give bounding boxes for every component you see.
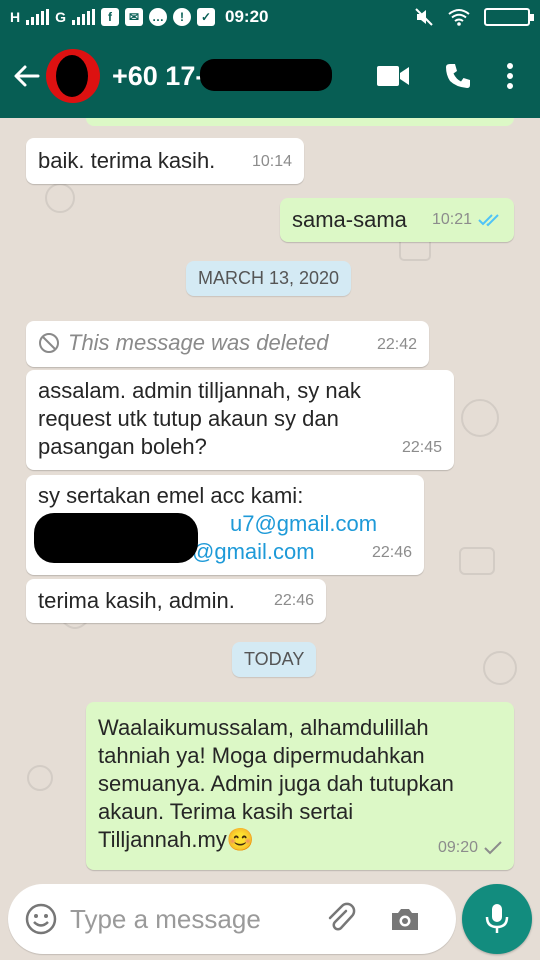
date-divider: TODAY [232,642,317,677]
video-call-icon[interactable] [376,65,410,87]
blocked-icon [39,333,59,353]
message-line: request utk tutup akaun sy dan [38,406,339,431]
message-line: Tilljannah.my [98,827,227,852]
message-outgoing[interactable]: Waalaikumussalam, alhamdulillah tahniah … [86,702,514,870]
message-input[interactable] [70,903,320,935]
message-line: sy sertakan emel acc kami: [38,483,304,508]
message-line: tahniah ya! Moga dipermudahkan [98,743,425,768]
wifi-icon [448,9,470,26]
smile-emoji: 😊 [226,827,255,852]
deleted-message-text: This message was deleted [68,330,329,355]
status-time: 09:20 [225,7,269,26]
microphone-icon [485,904,509,933]
message-input-container [8,884,456,954]
shield-icon: ✓ [197,8,216,26]
message-line: akaun. Terima kasih sertai [98,799,354,824]
single-check-icon [484,841,502,855]
message-line: assalam. admin tilljannah, sy nak [38,378,361,403]
emoji-icon[interactable] [24,902,58,936]
message-incoming[interactable]: terima kasih, admin. 22:46 [26,579,326,623]
redaction-bar [200,58,332,91]
network-type-2: G [55,9,67,25]
message-line: Waalaikumussalam, alhamdulillah [98,715,429,740]
date-divider: MARCH 13, 2020 [186,261,352,296]
double-check-read-icon [478,214,499,227]
battery-icon [484,8,534,26]
message-time: 10:21 [431,211,472,228]
network-type-1: H [10,9,21,25]
partial-outgoing-bubble [86,118,514,126]
message-time: 10:14 [251,153,292,170]
message-outgoing[interactable]: sama-sama 10:21 [280,198,514,242]
composer-bar [0,880,540,960]
alert-icon: ! [173,8,192,26]
mute-icon [415,8,433,26]
camera-icon[interactable] [388,902,422,936]
paperclip-icon[interactable] [324,902,358,936]
contact-avatar[interactable] [46,49,100,103]
chat-header: +60 17- [0,34,540,118]
message-time: 22:45 [401,439,442,456]
contact-name[interactable]: +60 17- [112,58,332,92]
message-line: semuanya. Admin juga dah tutupkan [98,771,454,796]
message-incoming-deleted[interactable]: This message was deleted 22:42 [26,321,429,367]
message-time: 22:42 [376,336,417,353]
signal-icon [26,9,50,25]
back-arrow-icon [14,65,40,87]
status-bar: H G f ✉ … ! ✓ 09:20 [0,0,540,34]
message-time: 09:20 [437,839,478,856]
message-text: terima kasih, admin. [38,588,235,613]
message-time: 22:46 [371,544,412,561]
message-incoming[interactable]: baik. terima kasih. 10:14 [26,138,304,184]
message-incoming[interactable]: sy sertakan emel acc kami: u7@gmail.com … [26,475,424,575]
phone-icon[interactable] [444,62,472,90]
back-button[interactable] [4,54,48,98]
redaction-bar [34,513,198,563]
facebook-icon: f [101,8,120,26]
message-line: pasangan boleh? [38,434,207,459]
mail-icon: ✉ [125,8,144,26]
chat-area[interactable]: baik. terima kasih. 10:14 sama-sama 10:2… [0,118,540,880]
chat-bubble-icon: … [149,8,168,26]
microphone-button[interactable] [462,884,532,954]
signal-icon [72,9,96,25]
more-vert-icon[interactable] [506,62,514,90]
contact-number: +60 17- [112,60,205,91]
message-incoming[interactable]: assalam. admin tilljannah, sy nak reques… [26,370,454,470]
message-time: 22:46 [273,592,314,609]
